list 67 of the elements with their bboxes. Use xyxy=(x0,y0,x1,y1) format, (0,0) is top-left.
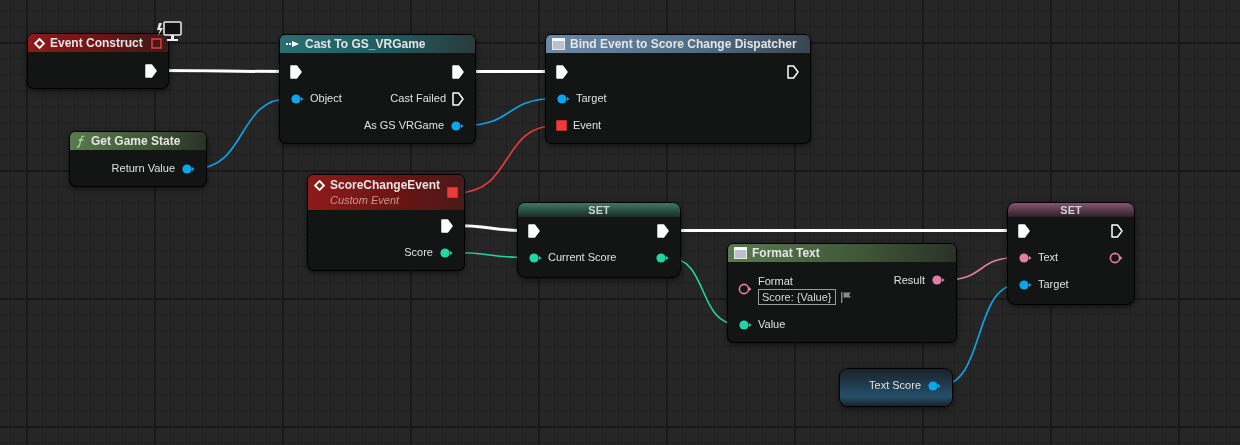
exec-pin[interactable] xyxy=(441,218,453,233)
data-pin[interactable] xyxy=(738,283,752,295)
pin-label: Format xyxy=(758,273,794,288)
node-title: SET xyxy=(1060,204,1082,216)
exec-pin[interactable] xyxy=(556,64,568,79)
data-pin[interactable] xyxy=(290,92,304,105)
getter-node[interactable]: Text Score xyxy=(840,369,952,406)
blueprint-node[interactable]: SET Text Target xyxy=(1008,203,1134,304)
data-pin[interactable] xyxy=(181,162,195,175)
diamond-icon xyxy=(34,37,45,49)
pin-label: As GS VRGame xyxy=(363,118,444,134)
exec-pin[interactable] xyxy=(1018,223,1030,238)
data-pin[interactable] xyxy=(556,92,570,105)
exec-pin[interactable] xyxy=(787,64,799,79)
exec-pin[interactable] xyxy=(290,64,302,79)
window-icon xyxy=(552,38,565,50)
pin-label: Value xyxy=(758,317,786,333)
data-pin[interactable] xyxy=(931,274,945,286)
pin-label: Target xyxy=(576,91,607,107)
exec-pin[interactable] xyxy=(1111,223,1123,238)
monitor-icon xyxy=(156,21,182,43)
pin-label: Current Score xyxy=(548,250,617,266)
blueprint-node[interactable]: Event Construct xyxy=(28,34,168,88)
pin-label: Object xyxy=(310,91,342,107)
pin-label: Result xyxy=(893,272,925,288)
pin-label: Text Score xyxy=(869,378,921,394)
pin-label: Text xyxy=(1038,250,1059,266)
data-pin[interactable] xyxy=(738,318,752,331)
data-pin[interactable] xyxy=(655,251,669,264)
data-pin[interactable] xyxy=(927,379,941,392)
blueprint-node[interactable]: Cast To GS_VRGame Object Cast Failed As GS VRGame xyxy=(280,35,475,143)
exec-pin[interactable] xyxy=(452,64,464,79)
node-title: Get Game State xyxy=(91,133,181,149)
pin-label: Cast Failed xyxy=(390,91,446,107)
exec-pin[interactable] xyxy=(657,223,669,238)
arrow-icon xyxy=(286,40,300,48)
blueprint-node[interactable]: SET Current Score xyxy=(518,203,680,277)
node-title: Cast To GS_VRGame xyxy=(305,36,426,52)
pin-label: Target xyxy=(1038,277,1069,293)
blueprint-node[interactable]: Get Game State Return Value xyxy=(70,132,206,186)
delegate-pin[interactable] xyxy=(151,37,162,49)
node-title: Format Text xyxy=(752,245,820,261)
node-title: Event Construct xyxy=(50,35,143,51)
format-text-field[interactable]: Score: {Value} xyxy=(758,288,836,305)
exec-pin[interactable] xyxy=(452,91,464,106)
pin-label: Return Value xyxy=(111,161,175,177)
pin-label: Score xyxy=(404,245,433,261)
flag-icon xyxy=(839,290,852,303)
data-pin[interactable] xyxy=(1109,251,1123,264)
node-title: Bind Event to Score Change Dispatcher xyxy=(570,36,797,52)
blueprint-node[interactable]: Bind Event to Score Change Dispatcher Target Event xyxy=(546,35,810,143)
exec-pin[interactable] xyxy=(145,63,157,78)
data-pin[interactable] xyxy=(439,246,453,259)
blueprint-node[interactable]: ScoreChangeEvent Custom Event Score xyxy=(308,175,464,270)
function-icon xyxy=(76,134,86,148)
data-pin[interactable] xyxy=(1018,278,1032,291)
node-subtitle: Custom Event xyxy=(329,193,401,207)
data-pin[interactable] xyxy=(450,119,464,132)
exec-pin[interactable] xyxy=(528,223,540,238)
blueprint-node[interactable]: Format Text Format Score: {Value} Result Value xyxy=(728,244,956,342)
data-pin[interactable] xyxy=(528,251,542,264)
window-icon xyxy=(734,247,747,259)
data-pin[interactable] xyxy=(1018,251,1032,264)
pin-label: Event xyxy=(573,118,602,134)
node-title: SET xyxy=(588,204,610,216)
node-title: ScoreChangeEvent xyxy=(330,178,441,193)
diamond-icon xyxy=(314,180,325,191)
